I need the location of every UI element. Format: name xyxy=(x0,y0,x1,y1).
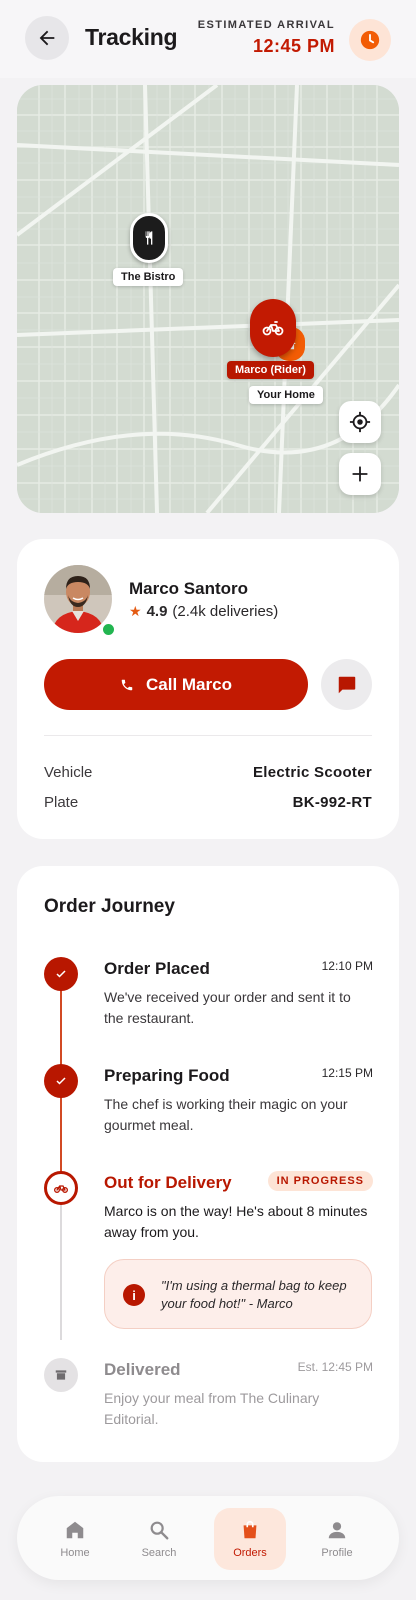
home-icon xyxy=(66,1521,84,1539)
call-button-label: Call Marco xyxy=(146,674,232,694)
step-time: 12:15 PM xyxy=(321,1066,373,1080)
plate-row: Plate BK-992-RT xyxy=(44,794,372,811)
utensils-icon xyxy=(145,231,153,245)
step-status-pending xyxy=(44,1358,78,1392)
person-icon xyxy=(328,1522,346,1539)
phone-icon xyxy=(121,679,133,690)
recenter-button[interactable] xyxy=(339,401,381,443)
avatar xyxy=(44,565,112,633)
map-streets xyxy=(17,85,399,513)
step-description: We've received your order and sent it to… xyxy=(104,989,351,1026)
page-title: Tracking xyxy=(85,24,178,50)
step-description: The chef is working their magic on your … xyxy=(104,1096,348,1133)
step-description: Enjoy your meal from The Culinary Editor… xyxy=(104,1390,320,1427)
zoom-in-button[interactable] xyxy=(339,453,381,495)
step-status-done xyxy=(44,1064,78,1098)
check-icon xyxy=(56,1077,66,1085)
check-icon xyxy=(56,970,66,978)
status-badge: IN PROGRESS xyxy=(267,1171,373,1191)
rider-pin[interactable] xyxy=(250,299,296,357)
step-time: 12:10 PM xyxy=(321,959,373,973)
journey-title: Order Journey xyxy=(44,896,175,917)
rider-label: Marco (Rider) xyxy=(227,361,314,379)
vehicle-row: Vehicle Electric Scooter xyxy=(44,764,372,781)
delivery-count: (2.4k deliveries) xyxy=(172,603,279,620)
online-status-dot xyxy=(101,622,116,637)
nav-label: Home xyxy=(60,1547,90,1559)
message-rider-button[interactable] xyxy=(321,659,372,710)
info-icon: i xyxy=(123,1284,145,1306)
call-rider-button[interactable]: Call Marco xyxy=(44,659,308,710)
step-title: Out for Delivery xyxy=(104,1173,232,1192)
rider-note-text: "I'm using a thermal bag to keep your fo… xyxy=(161,1278,347,1311)
order-journey-card: Order Journey Order Placed 12:10 PM We'v… xyxy=(17,866,399,1462)
rider-photo xyxy=(44,565,112,633)
nav-profile[interactable]: Profile xyxy=(301,1508,373,1570)
rider-name: Marco Santoro xyxy=(129,579,249,598)
crosshair-icon xyxy=(349,411,371,433)
restaurant-pin[interactable] xyxy=(130,213,168,263)
plate-value: BK-992-RT xyxy=(292,794,372,811)
restaurant-label: The Bistro xyxy=(113,268,184,286)
timeline-pending-line xyxy=(60,1200,62,1340)
archive-box-icon xyxy=(55,1370,67,1380)
bicycle-icon xyxy=(262,321,284,336)
rider-card: Marco Santoro ★ 4.9 (2.4k deliveries) Ca… xyxy=(17,539,399,839)
plus-icon xyxy=(352,466,368,482)
eta-time: 12:45 PM xyxy=(252,36,335,56)
nav-orders[interactable]: Orders xyxy=(214,1508,286,1570)
nav-search[interactable]: Search xyxy=(123,1508,195,1570)
divider xyxy=(44,735,372,736)
star-icon: ★ xyxy=(129,603,142,619)
eta-label: ESTIMATED ARRIVAL xyxy=(197,19,335,31)
clock-icon xyxy=(360,30,380,50)
search-icon xyxy=(150,1521,169,1540)
plate-key: Plate xyxy=(44,794,79,811)
rider-note: i "I'm using a thermal bag to keep your … xyxy=(104,1259,372,1329)
shopping-bag-icon xyxy=(243,1520,257,1539)
top-bar: Tracking ESTIMATED ARRIVAL 12:45 PM xyxy=(0,0,416,78)
vehicle-key: Vehicle xyxy=(44,764,93,781)
step-status-active xyxy=(44,1171,78,1205)
step-title: Delivered xyxy=(104,1360,181,1379)
home-label: Your Home xyxy=(249,386,323,404)
chat-icon xyxy=(338,676,355,693)
bicycle-icon xyxy=(54,1185,68,1193)
rating-value: 4.9 xyxy=(146,603,168,620)
nav-label: Orders xyxy=(233,1547,267,1559)
vehicle-value: Electric Scooter xyxy=(252,764,372,781)
step-title: Preparing Food xyxy=(104,1066,230,1085)
delivery-map[interactable]: The Bistro Your Home Marco (Rider) xyxy=(17,85,399,513)
bottom-navigation: Home Search Orders Profile xyxy=(17,1496,399,1580)
nav-label: Search xyxy=(141,1547,177,1559)
back-button[interactable] xyxy=(25,16,69,60)
rider-rating: ★ 4.9 (2.4k deliveries) xyxy=(129,603,278,620)
step-title: Order Placed xyxy=(104,959,210,978)
nav-label: Profile xyxy=(321,1547,353,1559)
arrow-left-icon xyxy=(39,30,55,46)
clock-badge xyxy=(349,19,391,61)
nav-home[interactable]: Home xyxy=(39,1508,111,1570)
step-description: Marco is on the way! He's about 8 minute… xyxy=(104,1203,368,1240)
step-time: Est. 12:45 PM xyxy=(297,1360,373,1374)
step-status-done xyxy=(44,957,78,991)
